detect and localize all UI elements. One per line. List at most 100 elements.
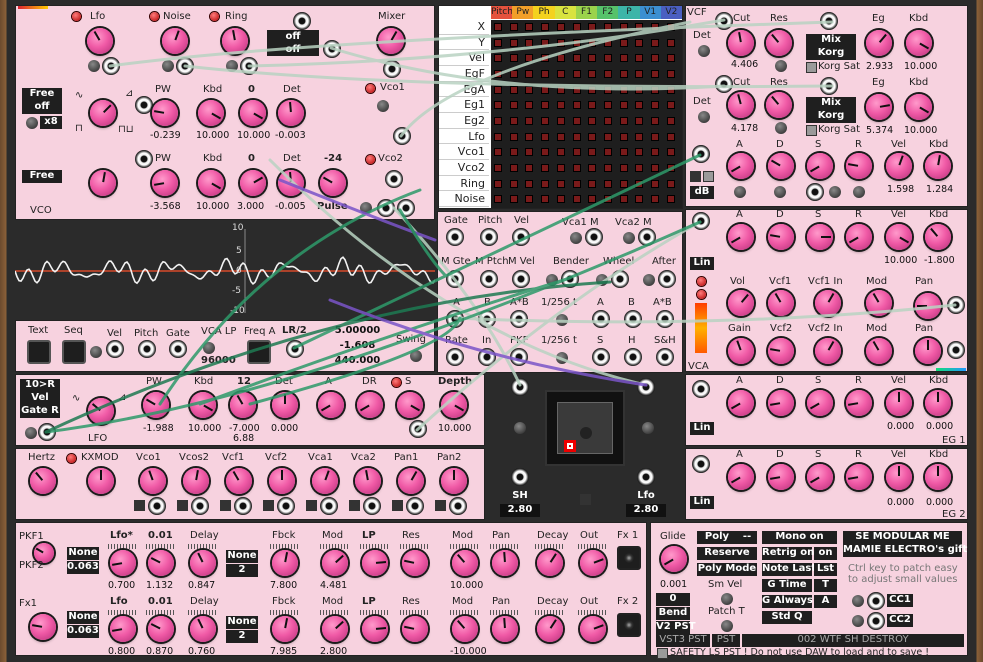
matrix-cell[interactable] [556,132,565,141]
seq-gate-jack[interactable] [169,340,187,358]
mod-vca2m-jack[interactable] [638,228,656,246]
matrix-cell[interactable] [619,23,628,31]
eg1-kbd-knob[interactable] [925,390,951,416]
poly-button[interactable]: Poly [697,531,737,544]
matrix-cell[interactable] [588,54,597,63]
vca-d-knob[interactable] [768,224,794,250]
vcf2-mix-button[interactable]: Mix [806,97,856,110]
eg1-s-knob[interactable] [807,390,833,416]
lfo-s-jack[interactable] [409,420,427,438]
matrix-cell[interactable] [666,54,675,63]
matrix-cell[interactable] [556,38,565,47]
hertz-vcf1-jack[interactable] [234,497,252,515]
matrix-cell[interactable] [588,70,597,78]
matrix-cell[interactable] [494,132,502,141]
xy-mini-c[interactable] [580,427,592,439]
fx1-depth-knob[interactable] [148,550,174,576]
x8-mini[interactable] [26,117,38,129]
mod-mgte-jack[interactable] [446,270,464,288]
lfo-led[interactable] [72,12,81,21]
matrix-cell[interactable] [525,101,534,110]
noise-led[interactable] [150,12,159,21]
matrix-cell[interactable] [572,132,581,141]
vca-pan-jack-2[interactable] [947,341,965,359]
matrix-cell[interactable] [541,70,550,78]
matrix-cell[interactable] [541,148,550,157]
hertz-vcos2-knob[interactable] [183,468,209,494]
matrix-cell[interactable] [635,164,644,172]
mod-after-mini[interactable] [643,274,655,286]
vcf-env-a-mini[interactable] [734,186,746,198]
ring-led[interactable] [210,12,219,21]
vco2-mode-free[interactable]: Free [22,170,62,183]
fx1-lfo-knob[interactable] [110,550,136,576]
fx2-lp-knob[interactable] [362,616,388,642]
mod-b-jack[interactable] [478,310,496,328]
fx2-lfo-knob[interactable] [110,616,136,642]
vcf1-res-knob[interactable] [766,30,792,56]
matrix-cell[interactable] [572,85,581,94]
matrix-cell[interactable] [572,164,581,172]
matrix-cell[interactable] [619,117,628,125]
matrix-cell[interactable] [525,38,534,47]
matrix-cell[interactable] [525,23,534,31]
vcf-env-in-jack[interactable] [692,145,710,163]
vca-vcf2-knob[interactable] [768,338,794,364]
vco1-det-knob[interactable] [278,100,304,126]
matrix-cell[interactable] [525,164,534,172]
eg2-kbd-knob[interactable] [925,464,951,490]
mixer-jack-2[interactable] [323,40,341,58]
mod-s-jack[interactable] [592,348,610,366]
lfo-mini[interactable] [25,427,37,439]
mod-vca2m-mini[interactable] [623,232,635,244]
matrix-cell[interactable] [666,23,675,31]
matrix-cell[interactable] [525,132,534,141]
cc2-jack[interactable] [867,612,885,630]
matrix-cell[interactable] [651,23,659,31]
matrix-cell[interactable] [556,164,565,172]
kxmod-knob[interactable] [88,468,114,494]
mixer-off-button-2[interactable]: off [267,43,319,56]
vca-pan-knob[interactable] [915,293,941,319]
vcf2-korgsat-switch[interactable] [806,125,817,136]
fx2-mod-b-knob[interactable] [452,616,478,642]
swing-mini[interactable] [410,350,422,362]
lfo-kbd-knob[interactable] [190,392,216,418]
mod-pitch-jack[interactable] [480,228,498,246]
fx2-value-button[interactable]: 0.063 [67,625,99,638]
vcf-env-s-mini[interactable] [829,186,841,198]
vco2-mini[interactable] [360,202,372,214]
vca-pan2-knob[interactable] [915,338,941,364]
vcf2-kbd-knob[interactable] [906,94,932,120]
matrix-cell[interactable] [651,164,659,172]
hertz-vca1-jack[interactable] [320,497,338,515]
matrix-cell[interactable] [509,23,518,31]
matrix-cell[interactable] [603,85,612,94]
matrix-cell[interactable] [666,101,675,110]
mod-a2-jack[interactable] [592,310,610,328]
matrix-cell[interactable] [509,132,518,141]
vco1-pw-knob[interactable] [152,100,178,126]
vcf-env-s-jack[interactable] [806,183,824,201]
matrix-cell[interactable] [494,179,502,188]
eg1-in-jack[interactable] [692,380,710,398]
matrix-cell[interactable] [651,195,659,204]
matrix-cell[interactable] [509,54,518,63]
matrix-cell[interactable] [635,132,644,141]
matrix-cell[interactable] [619,195,628,204]
eg2-s-knob[interactable] [807,464,833,490]
lr-jack[interactable] [286,340,304,358]
vca-mod-knob[interactable] [866,290,892,316]
x8-button[interactable]: x8 [40,116,62,129]
matrix-cell[interactable] [651,70,659,78]
ring-mix-knob[interactable] [222,28,248,54]
matrix-cell[interactable] [572,148,581,157]
vcf-env-switch-b[interactable] [703,171,714,182]
mod-ab2-jack[interactable] [656,310,674,328]
fx2-delay-knob[interactable] [190,616,216,642]
fx2-depth-knob[interactable] [148,616,174,642]
matrix-cell[interactable] [572,101,581,110]
fx1-mod-b-knob[interactable] [452,550,478,576]
matrix-cell[interactable] [541,164,550,172]
vca-vol-knob[interactable] [728,290,754,316]
